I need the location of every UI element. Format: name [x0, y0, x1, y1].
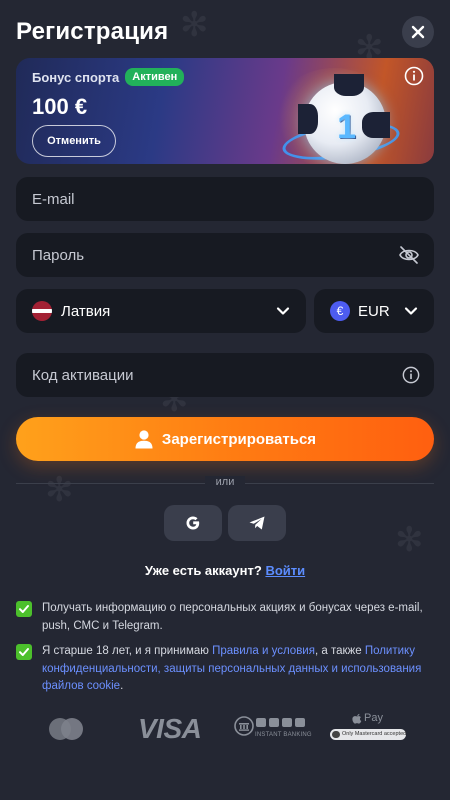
email-field[interactable]: E-mail — [16, 177, 434, 221]
visa-logo: VISA — [138, 713, 202, 744]
info-icon — [402, 366, 420, 384]
apple-icon — [352, 713, 362, 724]
login-link[interactable]: Войти — [265, 563, 305, 578]
bonus-card: 1 Бонус спорта Активен 100 € Отменить — [16, 58, 434, 164]
register-button[interactable]: Зарегистрироваться — [16, 417, 434, 461]
user-icon — [135, 430, 153, 449]
telegram-icon — [249, 516, 265, 530]
marketing-consent-text: Получать информацию о персональных акция… — [42, 602, 423, 632]
currency-value: EUR — [358, 302, 390, 320]
payment-methods: VISA INSTANT BANKING Pay Only Mastercard… — [0, 712, 450, 746]
google-login-button[interactable] — [164, 505, 222, 541]
terms-consent-text: Я старше 18 лет, и я принимаю Правила и … — [42, 643, 434, 696]
bonus-amount: 100 € — [32, 94, 88, 119]
google-icon — [186, 516, 200, 530]
apple-pay-text: Pay — [364, 712, 383, 724]
register-label: Зарегистрироваться — [161, 430, 317, 448]
terms-text-2: , а также — [314, 645, 365, 657]
activation-placeholder: Код активации — [32, 366, 134, 384]
status-badge: Активен — [125, 68, 185, 86]
activation-info-button[interactable] — [402, 366, 420, 389]
instant-banking-text: INSTANT BANKING — [255, 732, 312, 738]
terms-link[interactable]: Правила и условия — [212, 645, 315, 657]
toggle-password-visibility[interactable] — [398, 245, 420, 270]
terms-text-3: . — [120, 680, 124, 692]
latvia-flag-icon — [32, 301, 52, 321]
close-icon — [411, 25, 425, 39]
cancel-bonus-button[interactable]: Отменить — [32, 125, 116, 157]
eye-off-icon — [399, 246, 419, 264]
bank-icon — [234, 716, 254, 736]
login-prompt: Уже есть аккаунт? Войти — [0, 563, 450, 578]
euro-icon: € — [330, 301, 350, 321]
checkmark-icon — [19, 648, 29, 656]
chevron-down-icon — [276, 307, 290, 315]
info-icon — [404, 66, 424, 86]
telegram-login-button[interactable] — [228, 505, 286, 541]
bonus-label-text: Бонус спорта — [32, 69, 120, 85]
divider-text: или — [205, 476, 245, 488]
close-button[interactable] — [402, 16, 434, 48]
bonus-info-button[interactable] — [404, 66, 424, 91]
consent-terms: Я старше 18 лет, и я принимаю Правила и … — [16, 643, 434, 696]
consent-marketing: Получать информацию о персональных акция… — [16, 600, 434, 635]
country-value: Латвия — [61, 302, 111, 320]
login-question: Уже есть аккаунт? — [144, 563, 262, 578]
snowflake-icon: ✻ — [395, 520, 424, 560]
password-field[interactable]: Пароль — [16, 233, 434, 277]
page-title: Регистрация — [16, 18, 169, 45]
header: Регистрация — [16, 14, 434, 50]
snowflake-icon: ✻ — [45, 470, 74, 510]
currency-select[interactable]: € EUR — [314, 289, 434, 333]
ball-number: 1 — [337, 108, 356, 146]
terms-text-1: Я старше 18 лет, и я принимаю — [42, 645, 213, 657]
terms-checkbox[interactable] — [16, 644, 32, 660]
password-placeholder: Пароль — [32, 246, 85, 264]
activation-code-field[interactable]: Код активации — [16, 353, 434, 397]
checkmark-icon — [19, 605, 29, 613]
chevron-down-icon — [404, 307, 418, 315]
bonus-label: Бонус спорта Активен — [32, 68, 185, 86]
country-select[interactable]: Латвия — [16, 289, 306, 333]
apple-pay-note-text: Only Mastercard accepted — [342, 731, 407, 737]
email-placeholder: E-mail — [32, 190, 75, 208]
marketing-checkbox[interactable] — [16, 601, 32, 617]
apple-pay-note: Only Mastercard accepted — [330, 729, 406, 740]
mastercard-logo — [46, 716, 86, 747]
